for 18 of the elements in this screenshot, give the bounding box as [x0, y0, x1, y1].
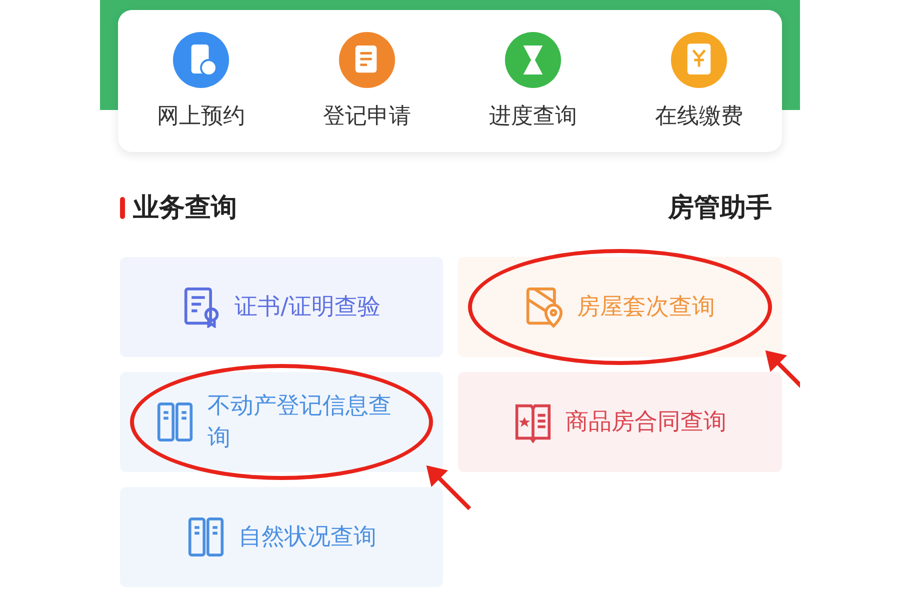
action-label[interactable]: 进度查询 — [489, 101, 577, 131]
helper-link[interactable]: 房管助手 — [668, 190, 772, 225]
app-icon[interactable] — [670, 31, 728, 89]
section-title: 业务查询 — [133, 192, 237, 225]
action-label[interactable]: 在线缴费 — [655, 101, 743, 131]
service-label: 商品房合同查询 — [566, 408, 726, 437]
service-label: 证书/证明查验 — [234, 292, 380, 322]
service-label: 自然状况查询 — [238, 522, 376, 552]
app-icon[interactable] — [504, 31, 562, 89]
app-icon[interactable] — [338, 31, 396, 89]
action-label[interactable]: 登记申请 — [323, 101, 411, 131]
service-card[interactable]: 商品房合同查询 — [458, 372, 782, 472]
service-label: 不动产登记信息查询 — [208, 392, 392, 453]
service-card[interactable]: 证书/证明查验 — [120, 257, 443, 357]
action-label[interactable]: 网上预约 — [157, 101, 245, 131]
app-icon[interactable] — [172, 31, 230, 89]
service-label: 房屋套次查询 — [577, 292, 715, 322]
accent-bar — [120, 196, 125, 218]
